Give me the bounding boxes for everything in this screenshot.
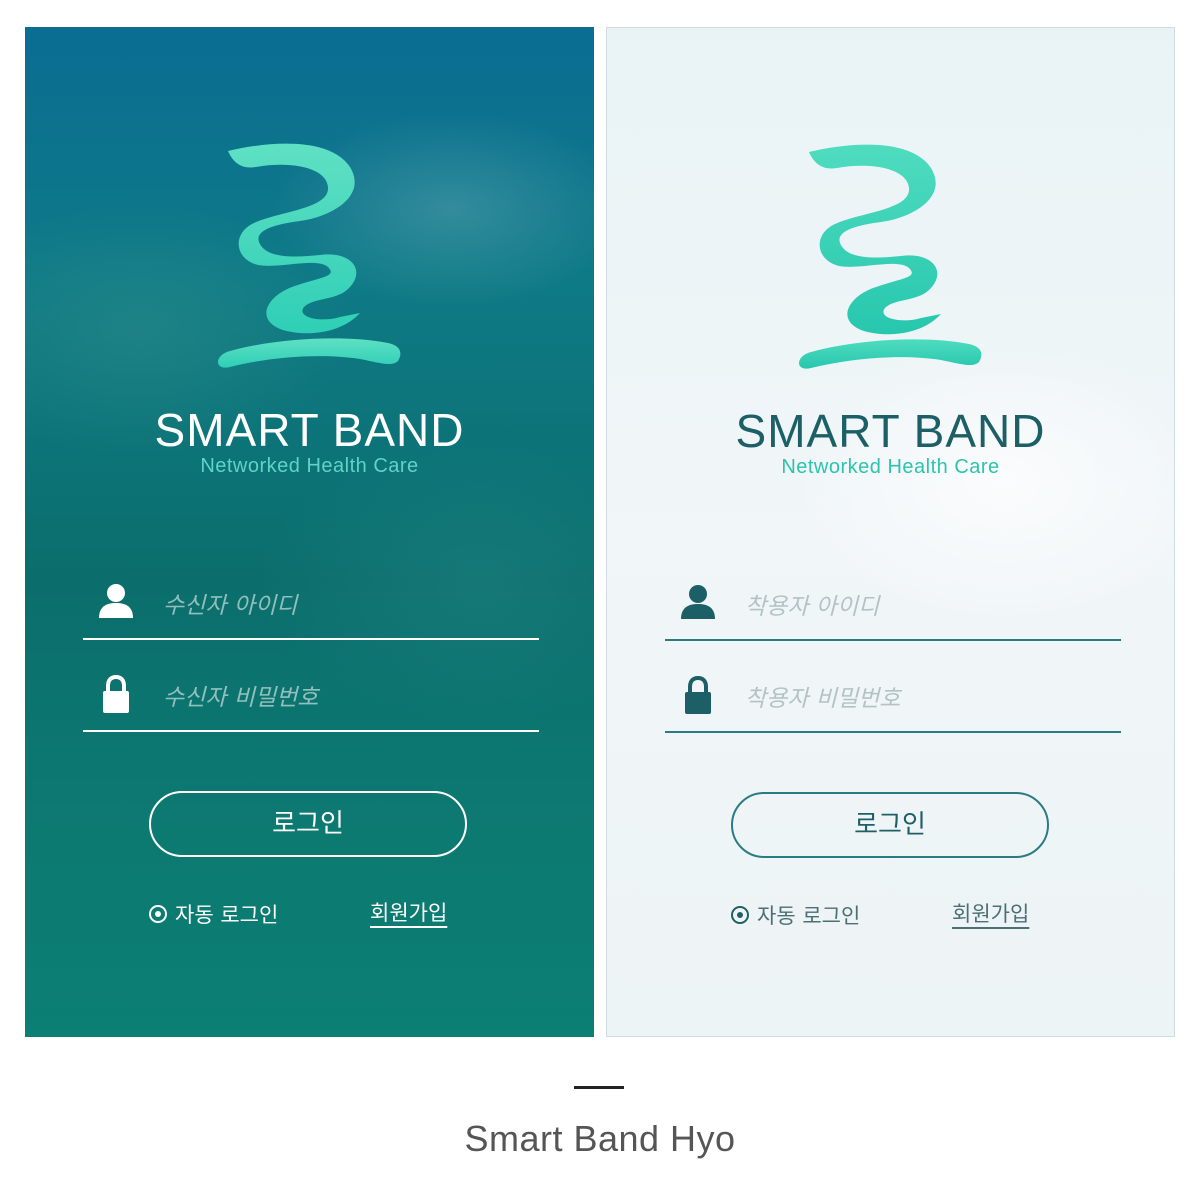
- brand-subtitle: Networked Health Care: [781, 456, 1000, 478]
- password-field[interactable]: 착용자 비밀번호: [665, 673, 1121, 733]
- id-placeholder: 착용자 아이디: [745, 594, 880, 620]
- brand-subtitle: Networked Health Care: [200, 455, 419, 477]
- id-field[interactable]: 착용자 아이디: [665, 581, 1121, 641]
- password-field[interactable]: 수신자 비밀번호: [83, 672, 539, 732]
- password-placeholder: 착용자 비밀번호: [745, 686, 901, 712]
- user-icon: [681, 585, 715, 619]
- auto-login-label: 자동 로그인: [175, 903, 279, 927]
- login-button[interactable]: 로그인: [149, 791, 467, 857]
- hyo-logo-icon: [798, 144, 981, 369]
- auto-login-label: 자동 로그인: [757, 904, 861, 928]
- radio-icon[interactable]: [731, 906, 749, 924]
- auto-login-option[interactable]: 자동 로그인: [731, 900, 860, 930]
- id-placeholder: 수신자 아이디: [163, 593, 298, 619]
- brand-title: SMART BAND: [735, 405, 1046, 457]
- light-login-screen: SMART BAND Networked Health Care 착용자 아이디…: [606, 27, 1175, 1037]
- dark-login-screen: SMART BAND Networked Health Care 수신자 아이디…: [25, 27, 594, 1037]
- lock-icon: [685, 675, 711, 714]
- caption-title: Smart Band Hyo: [464, 1118, 736, 1159]
- auto-login-option[interactable]: 자동 로그인: [149, 899, 278, 929]
- password-placeholder: 수신자 비밀번호: [163, 685, 319, 711]
- user-icon: [99, 584, 133, 618]
- signup-link[interactable]: 회원가입: [952, 898, 1029, 928]
- caption-divider: [574, 1086, 624, 1089]
- lock-icon: [103, 674, 129, 713]
- login-button[interactable]: 로그인: [731, 792, 1049, 858]
- hyo-logo-icon: [217, 143, 400, 368]
- id-field[interactable]: 수신자 아이디: [83, 580, 539, 640]
- radio-icon[interactable]: [149, 905, 167, 923]
- brand-title: SMART BAND: [154, 404, 465, 456]
- signup-link[interactable]: 회원가입: [370, 897, 447, 927]
